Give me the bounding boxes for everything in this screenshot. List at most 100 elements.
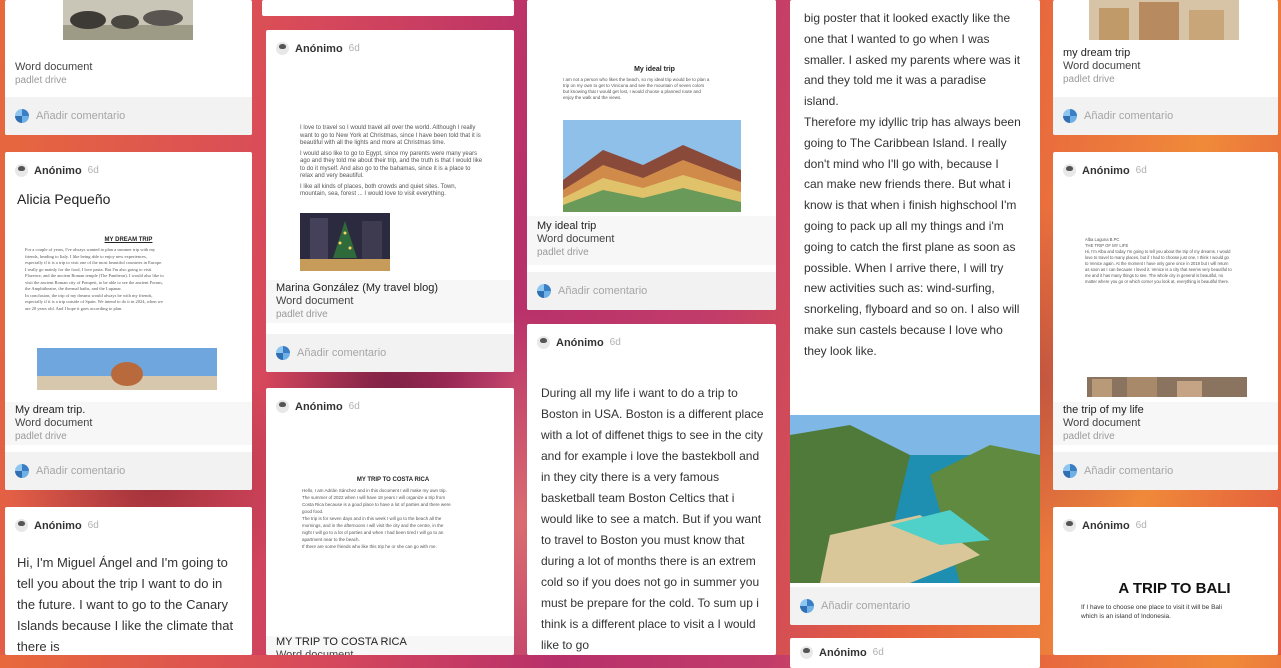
post-author: Anónimo	[295, 400, 343, 413]
post-author: Anónimo	[1082, 164, 1130, 177]
attachment-type: Word document	[276, 649, 354, 655]
caribbean-beach-image	[790, 415, 1040, 583]
avatar	[1063, 164, 1076, 177]
add-comment-button[interactable]: Añadir comentario	[1053, 97, 1278, 135]
attachment-source: padlet drive	[537, 247, 589, 258]
padlet-comment-icon	[1063, 109, 1077, 123]
post-card[interactable]: big poster that it looked exactly like t…	[790, 0, 1040, 625]
add-comment-label: Añadir comentario	[558, 285, 648, 297]
document-title: MY DREAM TRIP	[104, 237, 153, 243]
document-line: enjoy the walk and the views.	[563, 95, 622, 100]
document-line: Therefore my idyllic trip has always bee…	[804, 114, 1021, 129]
document-preview[interactable]: Alba Laguna B.PC THE TRIP OF MY LIFE Hi, I…	[1053, 177, 1278, 285]
post-card[interactable]: Anónimo 6d	[790, 638, 1040, 668]
add-comment-label: Añadir comentario	[36, 110, 126, 122]
post-heading: Alicia Pequeño	[17, 191, 111, 207]
post-time: 6d	[348, 43, 360, 54]
attachment-title: Marina González (My travel blog)	[276, 282, 439, 294]
attachment-title: Word document	[15, 61, 93, 73]
add-comment-label: Añadir comentario	[821, 600, 911, 612]
add-comment-label: Añadir comentario	[1084, 110, 1174, 122]
document-title: A TRIP TO BALI	[1118, 580, 1231, 597]
document-preview[interactable]: My ideal trip I am not a person who like…	[527, 0, 776, 101]
document-line: island.	[804, 94, 839, 109]
document-preview[interactable]: I love to travel so I would travel all o…	[266, 55, 514, 199]
add-comment-button[interactable]: Añadir comentario	[790, 587, 1040, 625]
document-line: matter where you go or which corner you …	[1085, 279, 1230, 284]
add-comment-button[interactable]: Añadir comentario	[266, 334, 514, 372]
document-line: don't mind who I'll go with, because I	[804, 156, 999, 171]
attachment-type: Word document	[15, 417, 93, 429]
padlet-comment-icon	[537, 284, 551, 298]
post-card[interactable]: My ideal trip I am not a person who like…	[527, 0, 776, 310]
document-line: apartment near to the beach.	[302, 537, 360, 542]
attachment-type: Word document	[537, 233, 615, 245]
attachment-title: My ideal trip	[537, 220, 597, 232]
attachment-type: Word document	[1063, 417, 1141, 429]
post-card[interactable]: Anónimo 6d MY TRIP TO COSTA RICA Hello, …	[266, 388, 514, 655]
document-line: I like all kinds of places, both crowds …	[300, 183, 457, 198]
rockefeller-christmas-image	[300, 213, 390, 271]
document-line: The summer of 2022 when I will have 18 y…	[302, 495, 446, 500]
document-title: My ideal trip	[634, 66, 675, 73]
document-preview[interactable]: MY TRIP TO COSTA RICA Hello, I am Adrián…	[266, 477, 514, 550]
padlet-comment-icon	[15, 464, 29, 478]
post-author: Anónimo	[34, 164, 82, 177]
document-line: going to pack up all my things and i'm	[804, 218, 1004, 233]
document-line: know is that when i finish highschool I'…	[804, 198, 1017, 213]
post-card[interactable]: Word document padlet drive Añadir coment…	[5, 0, 252, 135]
document-line: If there are some friends who like this …	[302, 544, 437, 549]
add-comment-button[interactable]: Añadir comentario	[1053, 452, 1278, 490]
document-preview[interactable]: A TRIP TO BALI If I have to choose one p…	[1053, 532, 1278, 621]
document-line: one that I wanted to go when I was	[804, 31, 990, 46]
add-comment-button[interactable]: Añadir comentario	[5, 97, 252, 135]
document-line: night I will go to a lot of parties and …	[302, 530, 444, 535]
post-card[interactable]: Anónimo 6d Alicia Pequeño MY DREAM TRIP …	[5, 152, 252, 490]
document-line: going to The Caribbean Island. I really	[804, 135, 1007, 150]
document-line: I would also like to go to Egypt, since …	[300, 150, 483, 180]
document-line: Costa Rica because is a good place to ha…	[302, 502, 451, 507]
avatar	[15, 519, 28, 532]
post-card[interactable]: Anónimo 6d During all my life i want to …	[527, 324, 776, 655]
padlet-comment-icon	[276, 346, 290, 360]
document-preview[interactable]: MY DREAM TRIP For a couple of years, I'v…	[5, 237, 252, 312]
document-line: Hello, I am Adrián Sánchez and in this d…	[302, 488, 447, 493]
post-time: 6d	[872, 647, 884, 658]
venice-canal-image	[1087, 377, 1247, 397]
post-card[interactable]: Anónimo 6d Alba Laguna B.PC THE TRIP OF M…	[1053, 152, 1278, 490]
document-line: snorkeling, flyboard and so on. I also w…	[804, 302, 1020, 317]
add-comment-label: Añadir comentario	[1084, 465, 1174, 477]
venice-image	[1089, 0, 1239, 40]
attachment-type: Word document	[1063, 60, 1141, 72]
document-line: possible. When I arrive there, I will tr…	[804, 260, 1004, 275]
post-author: Anónimo	[295, 42, 343, 55]
post-author: Anónimo	[819, 646, 867, 659]
document-title: MY TRIP TO COSTA RICA	[356, 477, 430, 483]
document-line: are 20 years old. And I hope it goes acc…	[25, 305, 123, 311]
post-card[interactable]: my dream trip Word document padlet drive…	[1053, 0, 1278, 135]
post-card[interactable]: Anónimo 6d A TRIP TO BALI If I have to c…	[1053, 507, 1278, 655]
post-time: 6d	[1135, 520, 1147, 531]
document-line: they look like.	[804, 343, 877, 358]
attachment-source: padlet drive	[1063, 74, 1115, 85]
avatar	[276, 400, 289, 413]
document-line: which is an island of Indonesia.	[1081, 613, 1171, 620]
add-comment-button[interactable]: Añadir comentario	[527, 272, 776, 310]
post-author: Anónimo	[1082, 519, 1130, 532]
post-card[interactable]: Anónimo 6d I love to travel so I would t…	[266, 30, 514, 372]
padlet-comment-icon	[15, 109, 29, 123]
attachment-source: padlet drive	[1063, 431, 1115, 442]
document-line: I love to travel so I would travel all o…	[300, 125, 481, 146]
document-line: can make new friends there. But what i	[804, 177, 1011, 192]
attachment-title: MY TRIP TO COSTA RICA	[276, 636, 407, 648]
post-card[interactable]	[262, 0, 514, 16]
document-line: If I have to choose one place to visit i…	[1081, 604, 1222, 611]
post-card[interactable]: Anónimo 6d Hi, I'm Miguel Ángel and I'm …	[5, 507, 252, 655]
add-comment-label: Añadir comentario	[36, 465, 126, 477]
post-time: 6d	[348, 401, 360, 412]
attachment-title: my dream trip	[1063, 47, 1131, 59]
document-line: mornings, and in the afternoons I will v…	[302, 523, 444, 528]
add-comment-button[interactable]: Añadir comentario	[5, 452, 252, 490]
document-line: make sun castels because I love who	[804, 322, 1003, 337]
post-time: 6d	[1135, 165, 1147, 176]
